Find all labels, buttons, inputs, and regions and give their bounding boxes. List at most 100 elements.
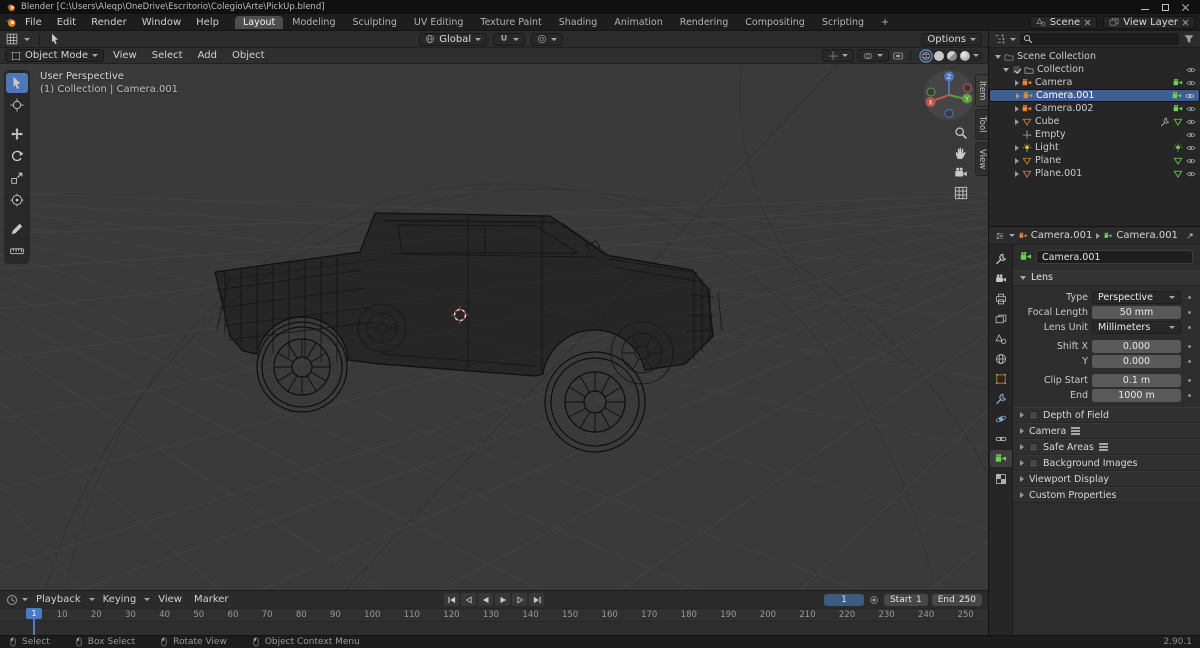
outliner-row-collection[interactable]: Collection: [989, 63, 1200, 76]
type-dropdown[interactable]: Perspective: [1092, 291, 1181, 304]
section-viewport-display[interactable]: Viewport Display: [1013, 471, 1200, 487]
blender-menu-icon[interactable]: [5, 16, 17, 28]
tab-render[interactable]: [990, 270, 1012, 287]
tab-physics[interactable]: [990, 410, 1012, 427]
shading-material-button[interactable]: [947, 50, 957, 61]
navigation-gizmo[interactable]: X Y Z: [922, 68, 976, 122]
viewport-menu-object[interactable]: Object: [226, 50, 271, 61]
timeline-editor-icon[interactable]: [6, 594, 18, 606]
breadcrumb-data[interactable]: Camera.001: [1116, 230, 1178, 241]
options-dropdown[interactable]: Options: [921, 32, 982, 46]
tab-world[interactable]: [990, 350, 1012, 367]
sidebar-tab-tool[interactable]: Tool: [975, 109, 988, 140]
breadcrumb-object[interactable]: Camera.001: [1031, 230, 1093, 241]
add-workspace-button[interactable]: +: [873, 16, 897, 29]
viewport-menu-view[interactable]: View: [107, 50, 143, 61]
scene-clear-icon[interactable]: [1084, 19, 1091, 26]
outliner-row-empty[interactable]: Empty: [989, 128, 1200, 141]
menu-window[interactable]: Window: [135, 16, 188, 29]
jump-to-start-button[interactable]: [444, 593, 459, 606]
mode-dropdown[interactable]: Object Mode: [5, 49, 104, 62]
workspace-tab-compositing[interactable]: Compositing: [737, 16, 813, 29]
menu-help[interactable]: Help: [189, 16, 226, 29]
auto-keying-icon[interactable]: [868, 594, 880, 606]
section-depth-of-field[interactable]: Depth of Field: [1013, 407, 1200, 423]
play-button[interactable]: [495, 593, 510, 606]
expand-icon[interactable]: [1003, 67, 1009, 72]
outliner-search-input[interactable]: [1020, 33, 1179, 45]
timeline-menu-keying[interactable]: Keying: [99, 594, 141, 605]
tool-scale-button[interactable]: [6, 168, 28, 188]
visibility-eye-icon[interactable]: [1185, 91, 1195, 101]
expand-icon[interactable]: [1015, 144, 1019, 151]
animate-dot-button[interactable]: [1185, 296, 1193, 299]
pin-icon[interactable]: [1186, 231, 1194, 241]
animate-dot-button[interactable]: [1185, 311, 1193, 314]
current-frame-field[interactable]: 1: [823, 593, 864, 606]
visibility-eye-icon[interactable]: [1186, 143, 1196, 153]
visibility-eye-icon[interactable]: [1186, 117, 1196, 127]
view-layer-selector[interactable]: View Layer: [1103, 15, 1195, 29]
workspace-tab-scripting[interactable]: Scripting: [814, 16, 872, 29]
tool-move-button[interactable]: [6, 124, 28, 144]
tab-texture[interactable]: [990, 470, 1012, 487]
view-layer-clear-icon[interactable]: [1182, 19, 1189, 26]
shading-rendered-button[interactable]: [960, 50, 970, 61]
viewport-menu-select[interactable]: Select: [146, 50, 189, 61]
chevron-down-icon[interactable]: [1008, 234, 1015, 237]
timeline-track-area[interactable]: [0, 621, 988, 635]
next-keyframe-button[interactable]: [512, 593, 527, 606]
focal-length-field[interactable]: 50 mm: [1092, 306, 1181, 319]
maximize-button[interactable]: [1161, 3, 1170, 12]
animate-dot-button[interactable]: [1185, 394, 1193, 397]
visibility-eye-icon[interactable]: [1186, 65, 1196, 75]
workspace-tab-rendering[interactable]: Rendering: [672, 16, 737, 29]
shading-solid-button[interactable]: [934, 50, 944, 61]
visibility-eye-icon[interactable]: [1186, 169, 1196, 179]
chevron-down-icon[interactable]: [22, 598, 28, 601]
filter-icon[interactable]: [1183, 33, 1195, 45]
outliner-row-plane[interactable]: Plane: [989, 154, 1200, 167]
expand-icon[interactable]: [1015, 157, 1019, 164]
pan-hand-icon[interactable]: [954, 146, 968, 160]
workspace-tab-texture-paint[interactable]: Texture Paint: [472, 16, 549, 29]
chevron-down-icon[interactable]: [1010, 37, 1016, 41]
expand-icon[interactable]: [1015, 118, 1019, 125]
tool-transform-button[interactable]: [6, 190, 28, 210]
lens-unit-dropdown[interactable]: Millimeters: [1092, 321, 1181, 334]
outliner-row-camera002[interactable]: Camera.002: [989, 102, 1200, 115]
sidebar-tab-view[interactable]: View: [975, 141, 988, 177]
outliner-row-scene-collection[interactable]: Scene Collection: [989, 50, 1200, 63]
section-safe-areas[interactable]: Safe Areas: [1013, 439, 1200, 455]
clip-start-field[interactable]: 0.1 m: [1092, 374, 1181, 387]
timeline-menu-marker[interactable]: Marker: [190, 594, 233, 605]
animate-dot-button[interactable]: [1185, 326, 1193, 329]
outliner-row-plane001[interactable]: Plane.001: [989, 167, 1200, 180]
expand-icon[interactable]: [995, 54, 1001, 59]
viewport-menu-add[interactable]: Add: [192, 50, 223, 61]
gizmos-dropdown[interactable]: [822, 49, 854, 62]
expand-icon[interactable]: [1015, 79, 1019, 86]
workspace-tab-modeling[interactable]: Modeling: [284, 16, 343, 29]
tab-tool[interactable]: [990, 250, 1012, 267]
outliner-editor-icon[interactable]: [994, 33, 1006, 45]
tool-cursor-button[interactable]: [6, 95, 28, 115]
outliner-row-camera[interactable]: Camera: [989, 76, 1200, 89]
gizmo-x-label[interactable]: X: [928, 99, 932, 106]
presets-menu-icon[interactable]: [1071, 430, 1081, 432]
editor-type-chevron-icon[interactable]: [24, 37, 30, 41]
minimize-button[interactable]: [1141, 3, 1150, 12]
safe-areas-checkbox[interactable]: [1029, 442, 1038, 452]
shift-x-field[interactable]: 0.000: [1092, 340, 1181, 353]
tab-object[interactable]: [990, 370, 1012, 387]
tab-constraints[interactable]: [990, 430, 1012, 447]
workspace-tab-animation[interactable]: Animation: [606, 16, 670, 29]
overlays-dropdown[interactable]: [857, 49, 889, 62]
tab-object-data[interactable]: [989, 450, 1012, 467]
menu-file[interactable]: File: [18, 16, 49, 29]
tool-select-box-button[interactable]: [6, 73, 28, 93]
properties-editor-icon[interactable]: [995, 230, 1005, 242]
prev-keyframe-button[interactable]: [461, 593, 476, 606]
presets-menu-icon[interactable]: [1098, 446, 1108, 448]
tab-modifiers[interactable]: [990, 390, 1012, 407]
